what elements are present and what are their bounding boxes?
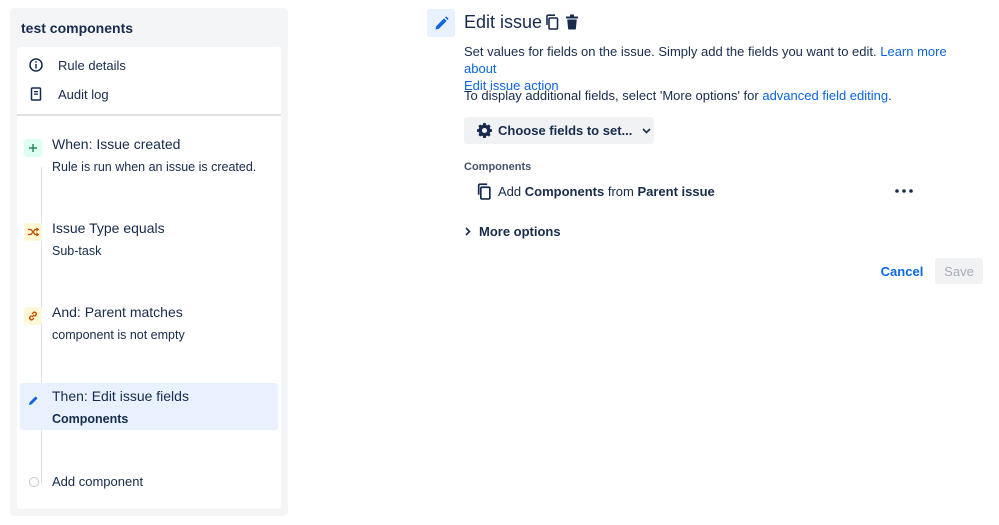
nav-audit-log[interactable]: Audit log [17,81,281,107]
add-component-label: Add component [52,474,144,489]
step-title: Issue Type equals [52,220,165,236]
step-condition-issue-type[interactable]: Issue Type equals Sub-task [20,215,278,262]
components-field-row: Add Components from Parent issue [476,181,715,201]
step-subtitle: Components [52,412,129,426]
pencil-icon [427,9,455,37]
document-icon [29,87,43,101]
step-title: And: Parent matches [52,304,183,320]
nav-rule-details[interactable]: Rule details [17,52,281,78]
field-name: Components [524,183,605,199]
step-title: When: Issue created [52,136,181,152]
more-options-label: More options [479,224,561,239]
field-source: Parent issue [637,183,715,199]
info-icon [29,58,43,72]
page-title: Edit issue [464,12,543,32]
add-component-button[interactable]: Add component [20,471,278,495]
rule-name: test components [21,20,134,36]
choose-fields-label: Choose fields to set... [498,123,633,138]
step-action-edit-issue[interactable]: Then: Edit issue fields Components [20,383,278,430]
circle-icon [29,477,39,487]
rule-outline: Rule details Audit log When: Issue creat… [17,47,281,509]
nav-label: Audit log [58,86,109,102]
plus-icon [24,139,42,157]
advanced-field-editing-link[interactable]: advanced field editing [762,88,888,103]
step-trigger-issue-created[interactable]: When: Issue created Rule is run when an … [20,131,278,178]
nav-label: Rule details [58,57,126,73]
save-button[interactable]: Save [935,258,983,284]
cancel-button[interactable]: Cancel [876,259,928,283]
step-condition-parent-matches[interactable]: And: Parent matches component is not emp… [20,299,278,346]
more-options-toggle[interactable]: More options [465,224,561,239]
divider [17,114,281,116]
shuffle-icon [24,223,42,241]
components-section-label: Components [464,161,532,173]
trash-icon[interactable] [564,13,580,31]
choose-fields-button[interactable]: Choose fields to set... [464,117,654,144]
step-subtitle: component is not empty [52,328,185,342]
sidebar: test components Rule details Audit log W… [10,8,288,516]
pencil-icon [24,391,42,409]
link-icon [24,307,42,325]
step-title: Then: Edit issue fields [52,388,189,404]
step-subtitle: Sub-task [52,244,102,258]
copy-icon [476,182,492,200]
additional-fields-hint: To display additional fields, select 'Mo… [464,88,892,103]
chevron-down-icon [642,127,651,134]
chevron-right-icon [465,227,471,236]
step-subtitle: Rule is run when an issue is created. [52,160,257,174]
more-actions-icon[interactable] [893,184,915,198]
duplicate-icon[interactable] [544,13,560,31]
gear-icon [476,122,493,139]
